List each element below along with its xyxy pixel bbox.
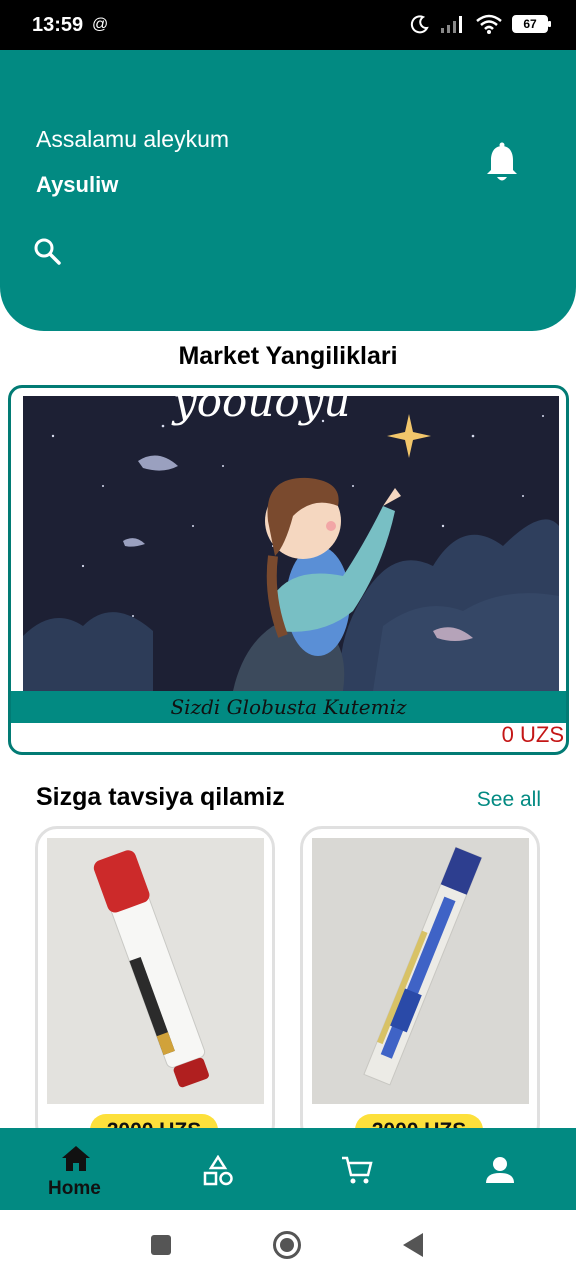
battery-icon: 67: [512, 15, 551, 33]
system-navigation-bar: [0, 1210, 576, 1280]
person-icon[interactable]: [485, 1156, 515, 1184]
status-icons: 67: [410, 14, 551, 34]
cart-icon[interactable]: [340, 1154, 374, 1186]
recent-apps-icon[interactable]: [150, 1234, 172, 1256]
bell-icon[interactable]: [484, 142, 520, 184]
banner-price: 0 UZS: [501, 722, 564, 747]
notification-at-icon: @: [92, 16, 109, 33]
username: Aysuliw: [36, 172, 119, 197]
product-card[interactable]: 2000 UZS: [35, 826, 275, 1146]
signal-icon: [441, 16, 462, 33]
back-icon[interactable]: [402, 1232, 424, 1258]
wifi-icon: [476, 14, 502, 34]
greeting-text: Assalamu aleykum: [36, 126, 230, 152]
news-banner-card[interactable]: yoouoyu Sizdi Globusta Kutemiz 0 UZS: [8, 385, 569, 755]
news-banner-image: yoouoyu: [23, 396, 559, 691]
product-image-marker: [47, 838, 264, 1104]
header: Assalamu aleykum Aysuliw: [0, 50, 576, 331]
product-card[interactable]: 2000 UZS: [300, 826, 540, 1146]
banner-caption: Sizdi Globusta Kutemiz: [170, 695, 407, 719]
bottom-navigation: Home: [0, 1128, 576, 1210]
shapes-icon[interactable]: [202, 1155, 234, 1187]
home-icon: [62, 1146, 90, 1171]
home-button-icon[interactable]: [272, 1230, 302, 1260]
news-section-title: Market Yangiliklari: [178, 342, 398, 370]
nav-home[interactable]: Home: [38, 1128, 114, 1210]
moon-icon: [410, 15, 429, 34]
status-bar: 13:59 @ 67: [0, 0, 576, 50]
see-all-link[interactable]: See all: [477, 788, 541, 812]
banner-caption-strip: Sizdi Globusta Kutemiz: [11, 691, 566, 723]
product-image-pen: [312, 838, 529, 1104]
recommend-section-title: Sizga tavsiya qilamiz: [36, 783, 285, 811]
svg-text:yoouoyu: yoouoyu: [171, 396, 350, 426]
status-time: 13:59: [32, 14, 84, 36]
nav-home-label: Home: [48, 1178, 101, 1199]
search-icon[interactable]: [32, 236, 62, 266]
